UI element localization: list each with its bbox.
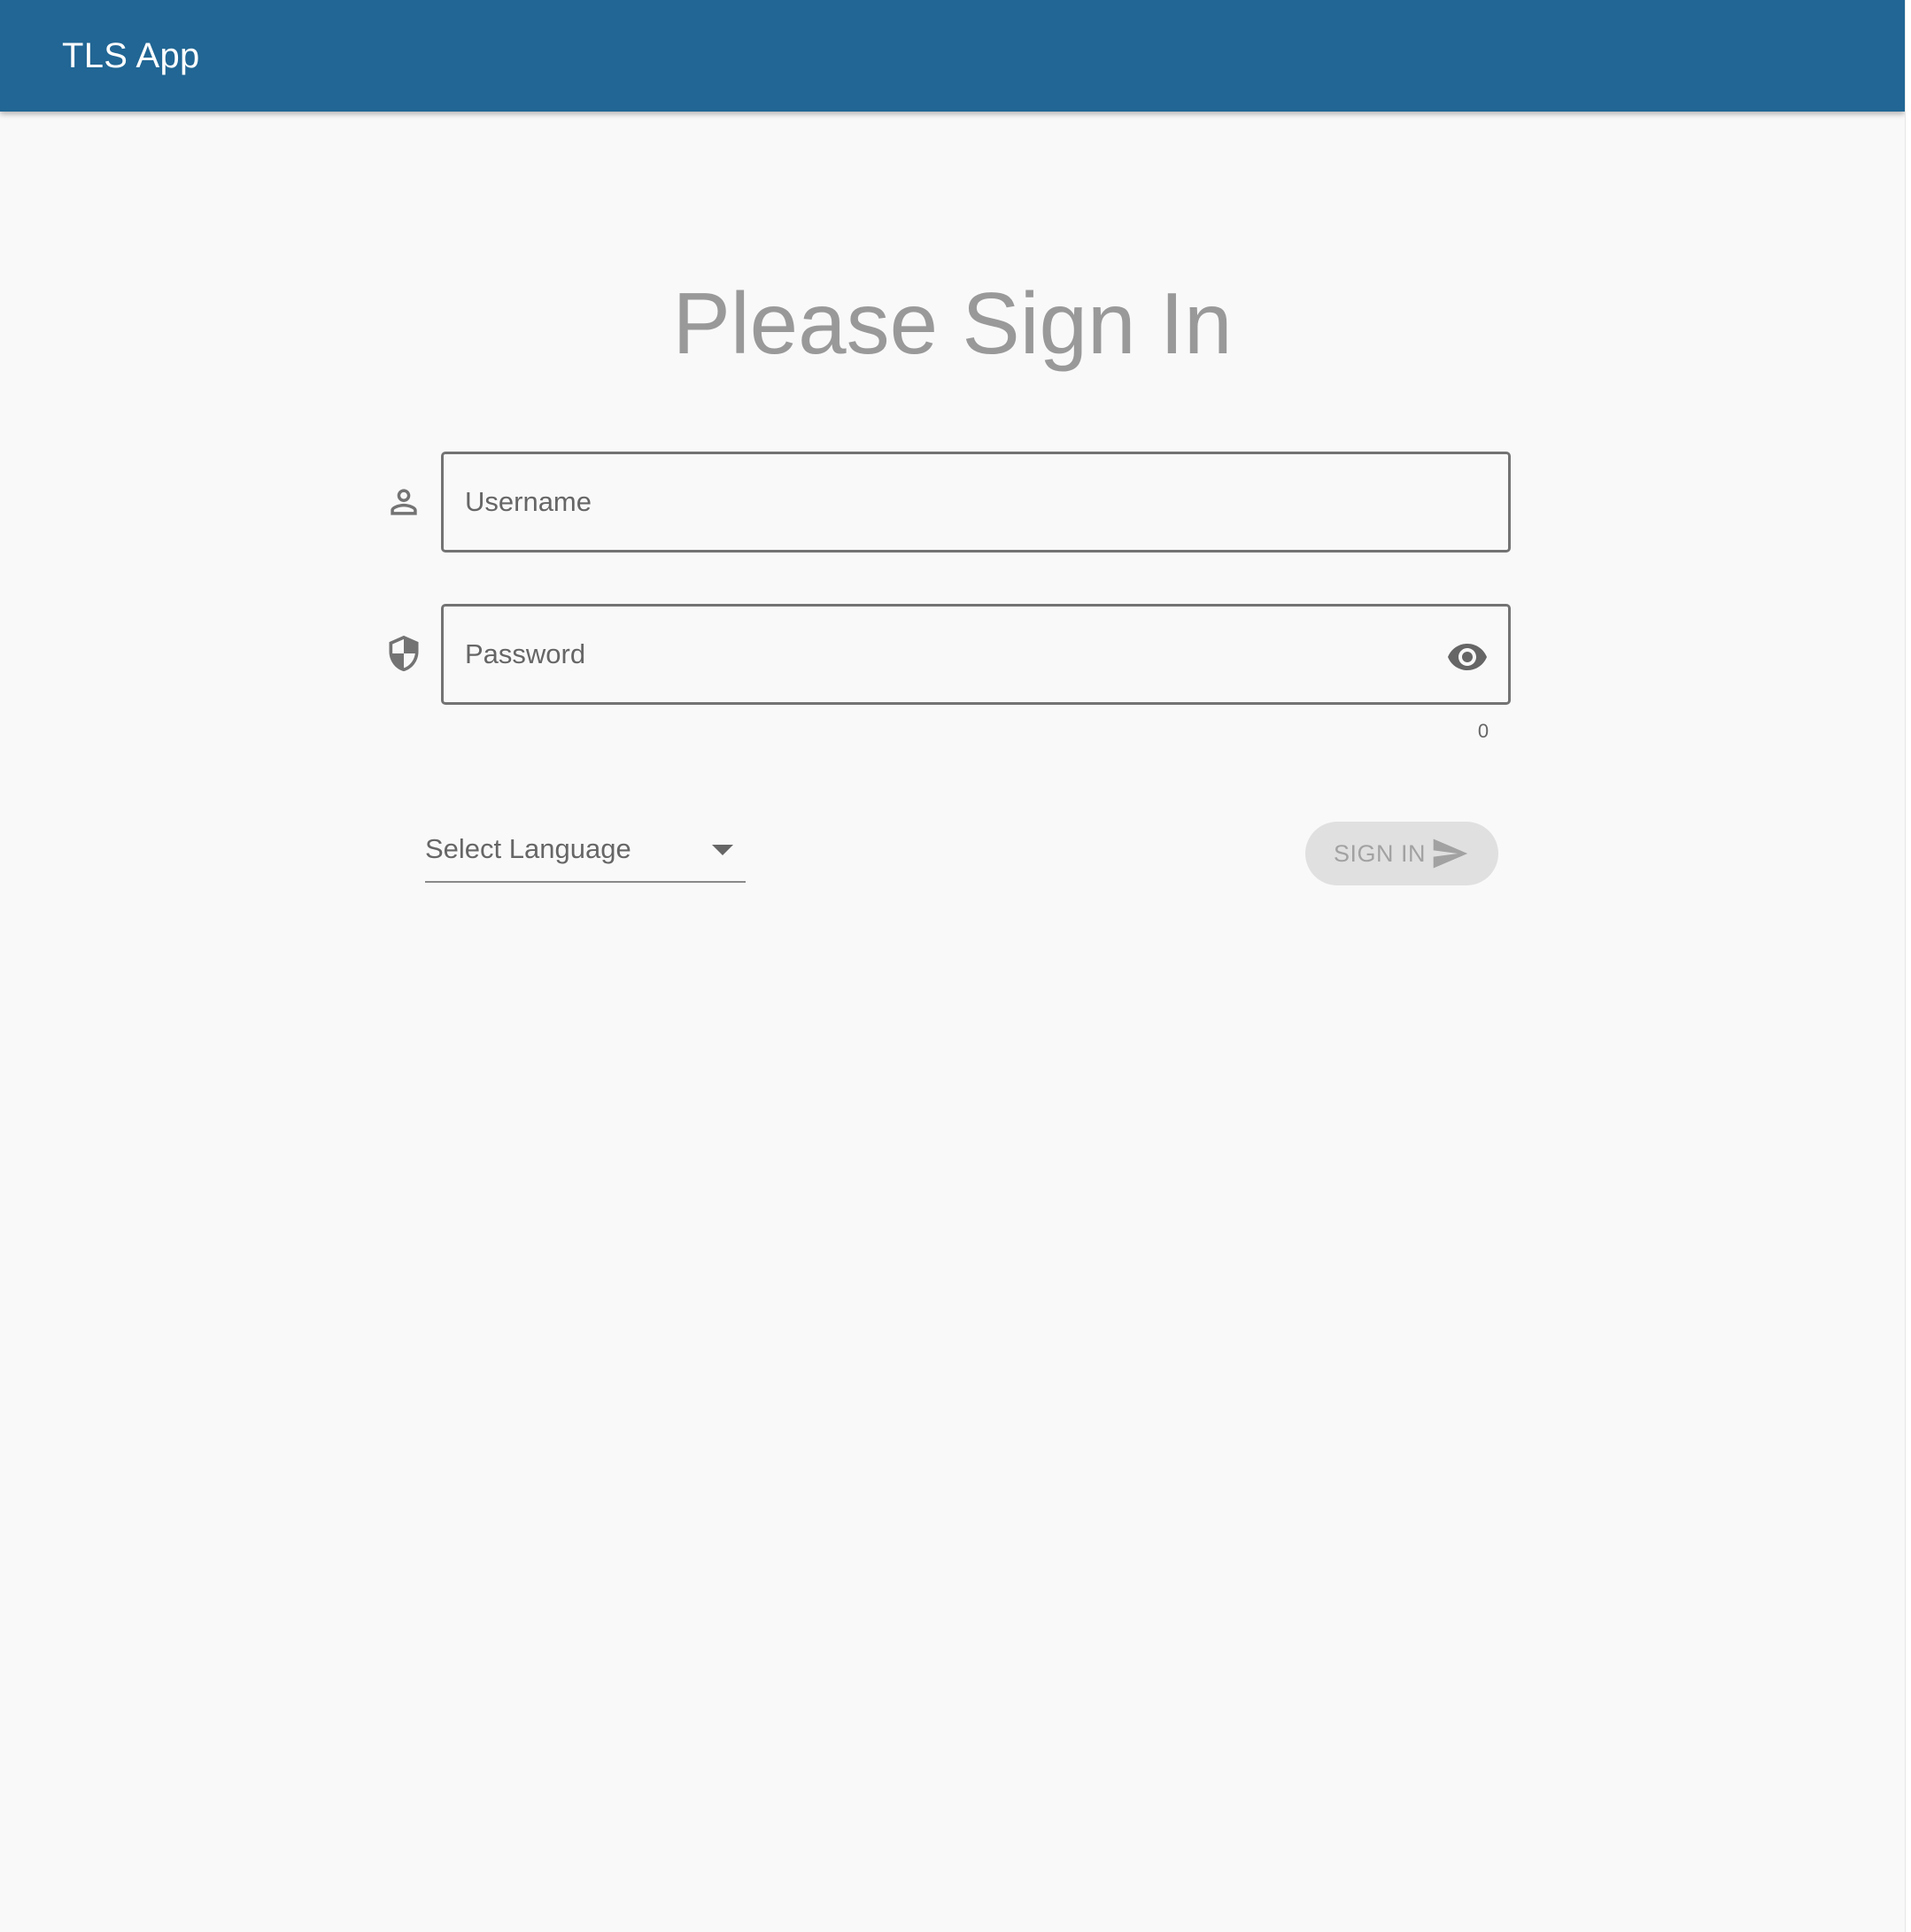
eye-icon[interactable]: [1446, 636, 1489, 675]
sign-in-button[interactable]: SIGN IN: [1305, 822, 1498, 885]
caret-down-icon: [712, 844, 733, 856]
password-char-counter: 0: [1477, 720, 1489, 742]
sign-in-label: SIGN IN: [1334, 840, 1427, 867]
password-input[interactable]: [465, 607, 1439, 702]
app-bar: TLS App: [0, 0, 1905, 112]
app-window: TLS App Please Sign In 0 Select Language: [0, 0, 1906, 1932]
shield-icon: [384, 634, 423, 673]
send-icon: [1429, 834, 1470, 873]
page-title: Please Sign In: [672, 274, 1233, 372]
username-input[interactable]: [465, 454, 1439, 550]
language-select[interactable]: Select Language: [425, 828, 746, 883]
username-field[interactable]: [441, 452, 1511, 553]
language-select-label: Select Language: [425, 833, 631, 864]
password-field[interactable]: [441, 604, 1511, 705]
person-outline-icon: [384, 483, 423, 522]
app-title: TLS App: [62, 36, 200, 75]
